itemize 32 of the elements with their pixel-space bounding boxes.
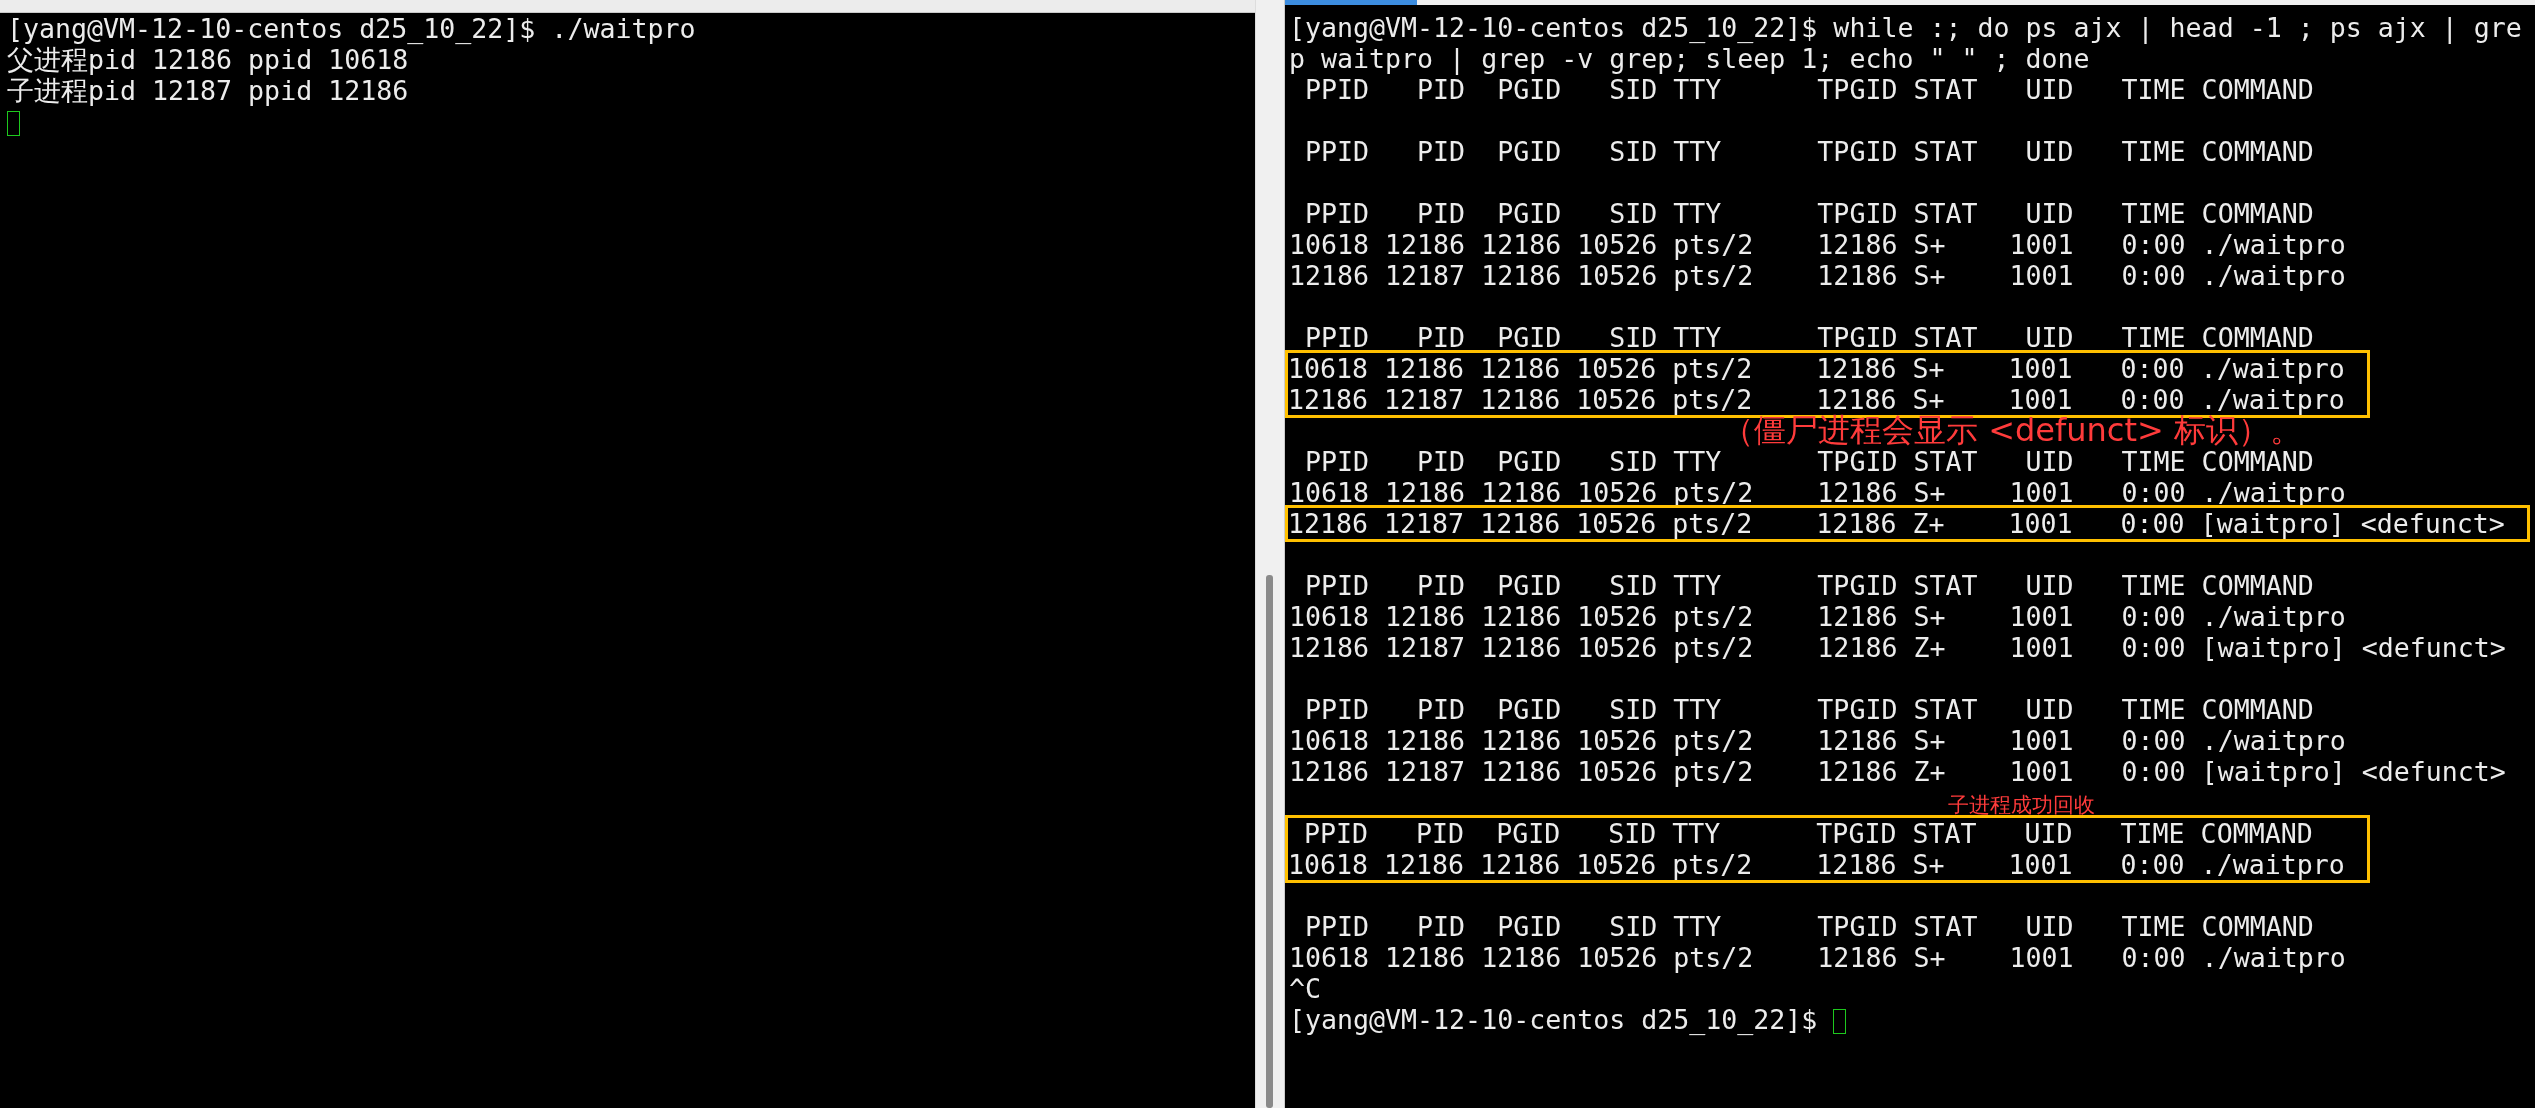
terminal-line: p waitpro | grep -v grep; sleep 1; echo " " ; done — [1289, 43, 2091, 74]
terminal-line: [yang@VM-12-10-centos d25_10_22]$ while :; do ps ajx | head -1 ; ps ajx | gre — [1289, 12, 2523, 43]
terminal-line: PPID PID PGID SID TTY TPGID STAT UID TIME COMMAND — [1303, 818, 2314, 849]
terminal-line: 10618 12186 12186 10526 pts/2 12186 S+ 1001 0:00 ./waitpro — [1288, 353, 2345, 384]
terminal-line: PPID PID PGID SID TTY TPGID STAT UID TIME COMMAND — [1304, 198, 2315, 229]
terminal-line: 12186 12187 12186 10526 pts/2 12186 S+ 1001 0:00 ./waitpro — [1288, 384, 2345, 415]
terminal-line: PPID PID PGID SID TTY TPGID STAT UID TIME COMMAND — [1304, 74, 2315, 105]
terminal-line: 12186 12187 12186 10526 pts/2 12186 Z+ 1001 0:00 [waitpro] <defunct> — [1289, 632, 2507, 663]
terminal-line: 12186 12187 12186 10526 pts/2 12186 Z+ 1001 0:00 [waitpro] <defunct> — [1289, 756, 2507, 787]
terminal-line: PPID PID PGID SID TTY TPGID STAT UID TIME COMMAND — [1304, 570, 2315, 601]
annotation-text: 子进程成功回收 — [1948, 793, 2095, 817]
terminal-line: 子进程pid 12187 ppid 12186 — [7, 75, 410, 106]
terminal-line: PPID PID PGID SID TTY TPGID STAT UID TIME COMMAND — [1304, 136, 2315, 167]
terminal-line: PPID PID PGID SID TTY TPGID STAT UID TIME COMMAND — [1304, 446, 2315, 477]
terminal-line: [yang@VM-12-10-centos d25_10_22]$ ./waitpro — [7, 13, 697, 44]
scrollbar[interactable] — [1255, 0, 1285, 1108]
terminal-line: 12186 12187 12186 10526 pts/2 12186 S+ 1001 0:00 ./waitpro — [1289, 260, 2347, 291]
terminal-line: 10618 12186 12186 10526 pts/2 12186 S+ 1001 0:00 ./waitpro — [1288, 849, 2345, 880]
terminal-line: 父进程pid 12186 ppid 10618 — [7, 44, 410, 75]
terminal-line: 10618 12186 12186 10526 pts/2 12186 S+ 1001 0:00 ./waitpro — [1289, 229, 2347, 260]
terminal-line: 10618 12186 12186 10526 pts/2 12186 S+ 1001 0:00 ./waitpro — [1289, 725, 2347, 756]
terminal-line: PPID PID PGID SID TTY TPGID STAT UID TIME COMMAND — [1304, 911, 2315, 942]
cursor — [1833, 1009, 1847, 1034]
terminal-line: 10618 12186 12186 10526 pts/2 12186 S+ 1001 0:00 ./waitpro — [1289, 942, 2347, 973]
scrollbar-thumb[interactable] — [1266, 575, 1273, 1108]
terminal-line: 10618 12186 12186 10526 pts/2 12186 S+ 1001 0:00 ./waitpro — [1289, 477, 2347, 508]
terminal-line: ^C — [1289, 973, 1323, 1004]
terminal-line: PPID PID PGID SID TTY TPGID STAT UID TIME COMMAND — [1304, 694, 2315, 725]
terminal-line: 12186 12187 12186 10526 pts/2 12186 Z+ 1001 0:00 [waitpro] <defunct> — [1288, 508, 2505, 539]
terminal-line: PPID PID PGID SID TTY TPGID STAT UID TIME COMMAND — [1304, 322, 2315, 353]
terminal-line: [yang@VM-12-10-centos d25_10_22]$ — [1289, 1004, 1819, 1035]
terminal-line: 10618 12186 12186 10526 pts/2 12186 S+ 1001 0:00 ./waitpro — [1289, 601, 2347, 632]
